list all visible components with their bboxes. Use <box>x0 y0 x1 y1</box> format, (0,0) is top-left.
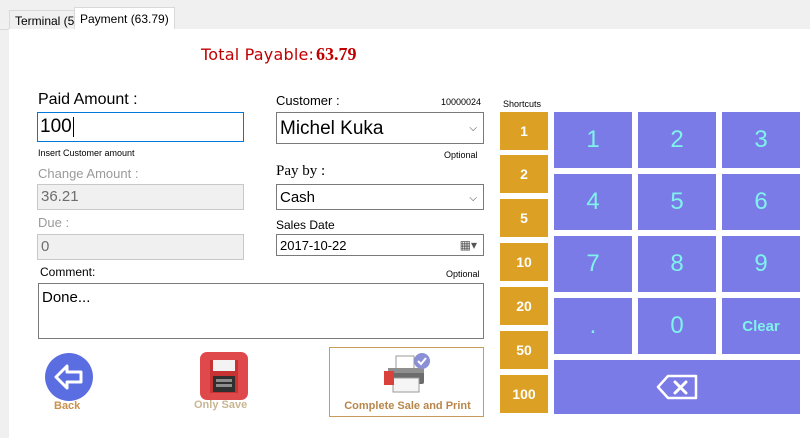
printer-icon <box>384 353 430 393</box>
only-save-button-label[interactable]: Only Save <box>194 399 247 411</box>
complete-sale-print-label: Complete Sale and Print <box>344 400 471 412</box>
keypad-key-4[interactable]: 4 <box>554 174 632 230</box>
change-amount-field: 36.21 <box>37 184 244 210</box>
keypad-key-0[interactable]: 0 <box>638 298 716 354</box>
calendar-icon[interactable]: ▦▾ <box>460 238 477 252</box>
shortcut-button[interactable]: 10 <box>500 243 548 281</box>
keypad-clear-button[interactable]: Clear <box>722 298 800 354</box>
shortcut-button[interactable]: 20 <box>500 287 548 325</box>
pay-by-label: Pay by : <box>276 163 326 179</box>
comment-textarea[interactable]: Done... <box>38 283 484 339</box>
keypad-key-6[interactable]: 6 <box>722 174 800 230</box>
keypad-key-5[interactable]: 5 <box>638 174 716 230</box>
customer-id: 10000024 <box>441 97 482 107</box>
sales-date-picker[interactable]: 2017-10-22 ▦▾ <box>276 234 484 256</box>
shortcut-button[interactable]: 1 <box>500 112 548 150</box>
tab-bar: Terminal (5) Payment (63.79) <box>0 0 810 30</box>
customer-label: Customer : <box>276 93 340 108</box>
keypad-key-2[interactable]: 2 <box>638 112 716 168</box>
total-payable-label: Total Payable: <box>201 45 315 64</box>
keypad-key-decimal[interactable]: . <box>554 298 632 354</box>
paid-amount-label: Paid Amount : <box>38 91 138 108</box>
text-caret <box>72 116 74 137</box>
comment-label: Comment: <box>40 265 96 279</box>
paid-amount-input[interactable]: 100 <box>37 112 244 142</box>
customer-optional-note: Optional <box>444 150 478 160</box>
paid-amount-value: 100 <box>40 116 72 137</box>
shortcuts-label: Shortcuts <box>503 99 542 109</box>
back-button-label[interactable]: Back <box>54 400 80 412</box>
keypad-key-9[interactable]: 9 <box>722 236 800 292</box>
shortcut-button[interactable]: 2 <box>500 155 548 193</box>
tab-payment[interactable]: Payment (63.79) <box>74 7 175 30</box>
shortcut-button[interactable]: 5 <box>500 199 548 237</box>
only-save-button[interactable] <box>200 352 248 400</box>
keypad-key-7[interactable]: 7 <box>554 236 632 292</box>
comment-optional-note: Optional <box>446 269 480 279</box>
keypad-key-8[interactable]: 8 <box>638 236 716 292</box>
sales-date-value: 2017-10-22 <box>280 238 347 253</box>
customer-select-value: Michel Kuka <box>280 118 384 139</box>
keypad-key-3[interactable]: 3 <box>722 112 800 168</box>
due-label: Due : <box>38 215 70 230</box>
total-payable-value: 63.79 <box>316 44 357 64</box>
keypad-key-1[interactable]: 1 <box>554 112 632 168</box>
chevron-down-icon: ⌵ <box>469 193 477 204</box>
paid-amount-hint: Insert Customer amount <box>38 148 135 158</box>
keypad-backspace-button[interactable] <box>554 360 800 414</box>
change-amount-label: Change Amount : <box>38 166 139 181</box>
due-field: 0 <box>37 234 244 260</box>
shortcut-button[interactable]: 50 <box>500 331 548 369</box>
floppy-disk-icon <box>200 352 248 400</box>
chevron-down-icon: ⌵ <box>469 123 477 134</box>
back-button[interactable] <box>45 353 93 401</box>
customer-select[interactable]: Michel Kuka ⌵ <box>276 112 484 144</box>
sales-date-label: Sales Date <box>276 218 335 232</box>
shortcut-button[interactable]: 100 <box>500 375 548 413</box>
pay-by-select-value: Cash <box>280 189 316 206</box>
pay-by-select[interactable]: Cash ⌵ <box>276 184 484 210</box>
complete-sale-print-button[interactable]: Complete Sale and Print <box>329 347 484 417</box>
back-arrow-icon <box>54 364 83 390</box>
backspace-icon <box>656 374 698 400</box>
